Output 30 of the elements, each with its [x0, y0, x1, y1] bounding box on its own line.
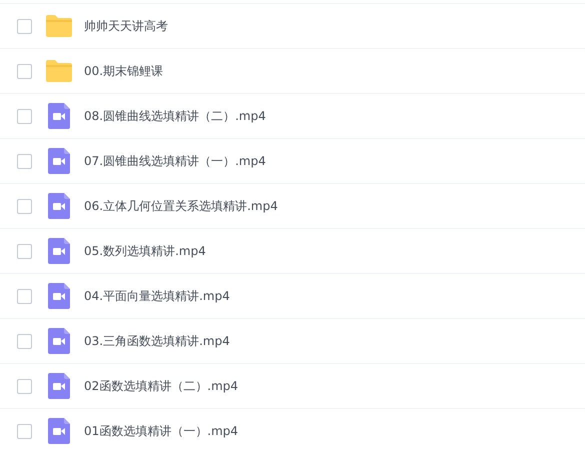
- file-name[interactable]: 05.数列选填精讲.mp4: [84, 242, 206, 260]
- checkbox[interactable]: [17, 108, 32, 124]
- file-name[interactable]: 00.期末锦鲤课: [84, 62, 164, 80]
- checkbox[interactable]: [17, 198, 32, 214]
- file-name[interactable]: 帅帅天天讲高考: [84, 18, 168, 34]
- file-name[interactable]: 01函数选填精讲（一）.mp4: [84, 422, 238, 440]
- file-name[interactable]: 02函数选填精讲（二）.mp4: [84, 378, 238, 394]
- video-file-icon: [48, 193, 70, 219]
- video-file-icon: [48, 418, 70, 444]
- folder-icon: [46, 15, 72, 37]
- checkbox[interactable]: [17, 244, 32, 258]
- checkbox[interactable]: [17, 378, 32, 394]
- video-file-icon: [48, 283, 70, 309]
- checkbox[interactable]: [17, 18, 32, 34]
- video-file-icon: [48, 148, 70, 174]
- video-file-icon: [48, 373, 70, 399]
- file-name[interactable]: 07.圆锥曲线选填精讲（一）.mp4: [84, 152, 266, 170]
- video-file-icon: [48, 238, 70, 264]
- file-name[interactable]: 08.圆锥曲线选填精讲（二）.mp4: [84, 108, 266, 124]
- checkbox[interactable]: [17, 288, 32, 304]
- file-name[interactable]: 04.平面向量选填精讲.mp4: [84, 288, 230, 304]
- checkbox[interactable]: [17, 334, 32, 348]
- checkbox[interactable]: [17, 154, 32, 168]
- folder-icon: [46, 60, 72, 82]
- checkbox[interactable]: [17, 424, 32, 438]
- video-file-icon: [48, 328, 70, 354]
- file-name[interactable]: 03.三角函数选填精讲.mp4: [84, 332, 230, 350]
- checkbox[interactable]: [17, 64, 32, 78]
- file-name[interactable]: 06.立体几何位置关系选填精讲.mp4: [84, 198, 278, 214]
- video-file-icon: [48, 103, 70, 129]
